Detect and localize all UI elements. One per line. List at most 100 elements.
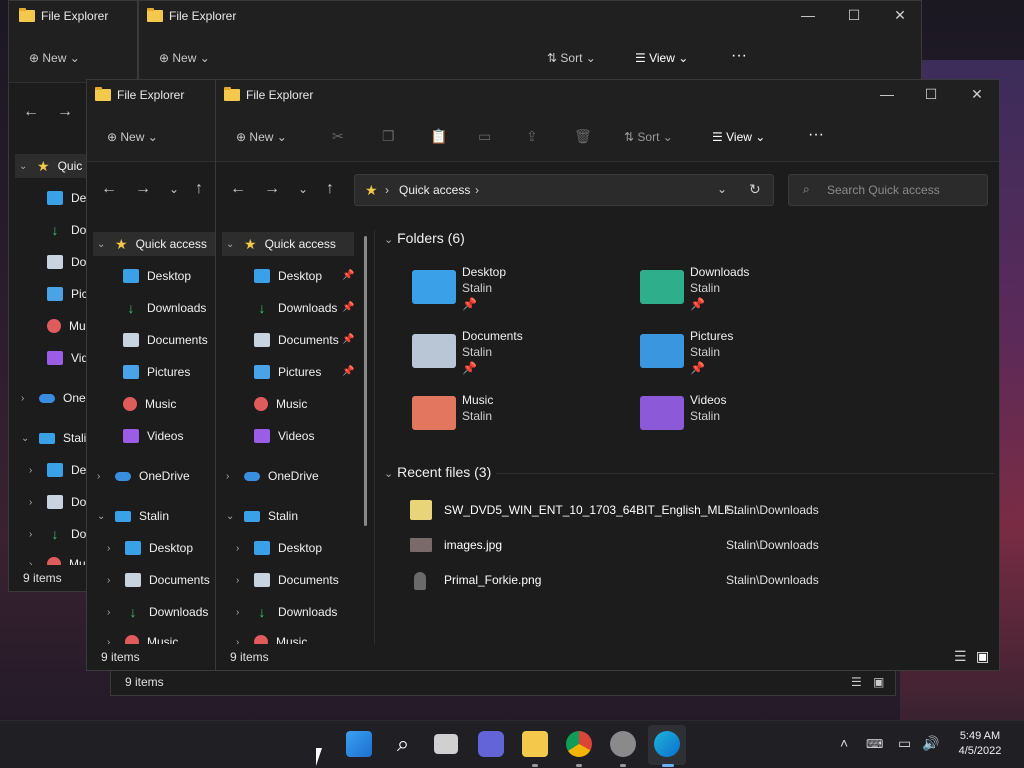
edge-icon[interactable] (654, 731, 680, 757)
nav-pc-desktop[interactable]: › Desktop (107, 536, 193, 560)
refresh-icon[interactable]: ↻ (749, 181, 761, 198)
forward-arrow-icon[interactable]: → (264, 180, 280, 198)
nav-pc-documents[interactable]: › Documents (236, 568, 339, 592)
nav-pc-desktop[interactable]: › Desktop (236, 536, 322, 560)
nav-item-music[interactable]: Music (254, 392, 307, 416)
settings-gear-icon[interactable] (610, 731, 636, 757)
paste-icon[interactable]: 📋 (430, 128, 447, 145)
view-button[interactable]: ☰ View ⌄ (635, 51, 688, 65)
recent-file-row[interactable]: SW_DVD5_WIN_ENT_10_1703_64BIT_English_ML… (410, 500, 990, 522)
forward-arrow-icon[interactable]: → (57, 103, 73, 121)
folders-section[interactable]: ⌄ Folders (6) (384, 230, 465, 246)
address-dropdown-icon[interactable]: ⌄ (717, 182, 727, 196)
nav-item-downloads[interactable]: ↓ Downloads (123, 296, 207, 320)
nav-this-pc[interactable]: ⌄ Stalin (21, 426, 93, 450)
details-view-icon[interactable]: ☰ (851, 675, 862, 689)
maximize-button[interactable]: ☐ (916, 86, 946, 103)
tiles-view-icon[interactable]: ▣ (976, 648, 989, 665)
folder-tile-desktop[interactable]: Desktop Stalin 📌 (412, 264, 632, 316)
more-button[interactable]: ··· (808, 126, 824, 144)
back-arrow-icon[interactable]: ← (230, 180, 246, 198)
new-button[interactable]: ⊕ New ⌄ (107, 130, 158, 144)
new-button[interactable]: ⊕ New ⌄ (29, 51, 80, 65)
sort-button[interactable]: ⇅ Sort ⌄ (547, 51, 596, 65)
chevron-up-icon[interactable]: ˄ (840, 735, 848, 751)
forward-arrow-icon[interactable]: → (135, 180, 151, 198)
back-arrow-icon[interactable]: ← (23, 103, 39, 121)
folder-tile-documents[interactable]: Documents Stalin 📌 (412, 328, 632, 380)
keyboard-icon[interactable]: ⌨ (866, 737, 883, 751)
chat-icon[interactable] (478, 731, 504, 757)
clock[interactable]: 5:49 AM 4/5/2022 (948, 729, 1012, 759)
up-arrow-icon[interactable]: ↑ (326, 180, 334, 198)
maximize-button[interactable]: ☐ (839, 7, 869, 24)
search-icon[interactable]: ⌕ (390, 731, 416, 757)
titlebar[interactable]: File Explorer — ☐ ✕ (216, 80, 999, 110)
close-button[interactable]: ✕ (962, 86, 992, 103)
file-explorer-icon[interactable] (522, 731, 548, 757)
nav-scrollbar[interactable] (364, 236, 367, 526)
rename-icon[interactable]: ▭ (478, 128, 491, 145)
nav-pc-downloads[interactable]: › ↓ Downloads (107, 600, 208, 624)
nav-onedrive[interactable]: › OneDrive (226, 464, 319, 488)
nav-item-videos[interactable]: Videos (254, 424, 314, 448)
pane-divider[interactable] (374, 230, 375, 646)
more-button[interactable]: ··· (731, 47, 747, 65)
nav-item[interactable]: › Des (29, 458, 92, 482)
details-view-icon[interactable]: ☰ (954, 648, 967, 665)
nav-onedrive[interactable]: › OneDrive (97, 464, 190, 488)
nav-item-desktop[interactable]: Desktop (123, 264, 191, 288)
search-input[interactable]: ⌕ Search Quick access (788, 174, 988, 206)
nav-item-documents[interactable]: Documents (254, 328, 339, 352)
minimize-button[interactable]: — (872, 86, 902, 102)
start-windows-icon[interactable] (346, 731, 372, 757)
nav-quick-access[interactable]: ⌄ ★ Quick access (93, 232, 225, 256)
minimize-button[interactable]: — (793, 7, 823, 23)
nav-item-videos[interactable]: Videos (123, 424, 183, 448)
nav-item[interactable]: › Doc (29, 490, 92, 514)
nav-item-pictures[interactable]: Pictures (123, 360, 190, 384)
up-arrow-icon[interactable]: ↑ (195, 180, 203, 198)
back-arrow-icon[interactable]: ← (101, 180, 117, 198)
nav-item-pictures[interactable]: Pictures (254, 360, 321, 384)
nav-item-desktop[interactable]: Desktop (254, 264, 322, 288)
explorer-window-front[interactable]: File Explorer — ☐ ✕ ⊕ New ⌄ ✂ ❐ 📋 ▭ ⇪ 🗑 … (215, 79, 1000, 671)
new-button[interactable]: ⊕ New ⌄ (236, 130, 287, 144)
tiles-view-icon[interactable]: ▣ (873, 675, 884, 689)
titlebar[interactable]: File Explorer (87, 80, 225, 110)
new-button[interactable]: ⊕ New ⌄ (159, 51, 210, 65)
explorer-window-middle[interactable]: File Explorer ⊕ New ⌄ ← → ⌄ ↑ ⌄ ★ Quick ac… (86, 79, 226, 671)
nav-this-pc[interactable]: ⌄ Stalin (97, 504, 169, 528)
network-icon[interactable]: ▭ (898, 735, 911, 752)
copy-icon[interactable]: ❐ (382, 128, 395, 145)
folder-tile-music[interactable]: Music Stalin (412, 392, 632, 444)
chrome-icon[interactable] (566, 731, 592, 757)
sort-button[interactable]: ⇅ Sort ⌄ (624, 130, 673, 144)
titlebar[interactable]: File Explorer (9, 1, 137, 31)
share-icon[interactable]: ⇪ (526, 128, 538, 145)
view-button[interactable]: ☰ View ⌄ (712, 130, 765, 144)
nav-item-downloads[interactable]: ↓ Downloads (254, 296, 338, 320)
recent-files-section[interactable]: ⌄ Recent files (3) (384, 464, 491, 480)
nav-item-music[interactable]: Music (123, 392, 176, 416)
delete-icon[interactable]: 🗑 (574, 128, 592, 145)
cut-icon[interactable]: ✂ (332, 128, 344, 145)
recent-dropdown-icon[interactable]: ⌄ (298, 182, 308, 196)
nav-this-pc[interactable]: ⌄ Stalin (226, 504, 298, 528)
address-bar[interactable]: ★ › Quick access › ⌄ ↻ (354, 174, 774, 206)
nav-item[interactable]: Pict (47, 282, 91, 306)
recent-dropdown-icon[interactable]: ⌄ (169, 182, 179, 196)
folder-tile-videos[interactable]: Videos Stalin (640, 392, 860, 444)
breadcrumb[interactable]: Quick access (399, 183, 470, 197)
recent-file-row[interactable]: images.jpg Stalin\Downloads (410, 535, 990, 557)
titlebar[interactable]: File Explorer — ☐ ✕ (139, 1, 921, 31)
nav-quick-access[interactable]: ⌄ ★ Quick access (222, 232, 354, 256)
nav-onedrive[interactable]: › OneD (21, 386, 94, 410)
nav-pc-downloads[interactable]: › ↓ Downloads (236, 600, 337, 624)
recent-file-row[interactable]: Primal_Forkie.png Stalin\Downloads (410, 570, 990, 592)
explorer-window-back-2[interactable]: File Explorer — ☐ ✕ ⊕ New ⌄ ⇅ Sort ⌄ ☰ V… (138, 0, 922, 80)
nav-pc-documents[interactable]: › Documents (107, 568, 210, 592)
nav-item-documents[interactable]: Documents (123, 328, 208, 352)
folder-tile-downloads[interactable]: Downloads Stalin 📌 (640, 264, 860, 316)
volume-icon[interactable]: 🔊 (922, 735, 939, 752)
